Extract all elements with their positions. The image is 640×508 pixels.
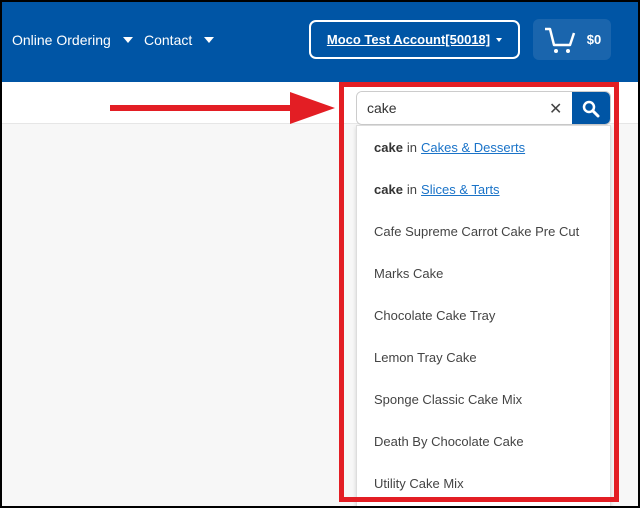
caret-down-icon (122, 37, 133, 43)
term: cake (374, 181, 403, 197)
annotation-arrow-icon (110, 92, 335, 124)
header: Online Ordering Contact Moco Test Accoun… (2, 2, 638, 82)
nav-online-ordering[interactable]: Online Ordering (12, 32, 133, 48)
search-box: ✕ (356, 91, 611, 125)
nav-label: Online Ordering (12, 32, 111, 48)
product-suggestion[interactable]: Cafe Supreme Carrot Cake Pre Cut (357, 210, 610, 252)
search-icon (582, 100, 600, 118)
in-label: in (406, 139, 418, 155)
search-suggestions: cake in Cakes & Desserts cake in Slices & Ta… (356, 125, 611, 506)
term: cake (374, 139, 403, 155)
nav-label: Contact (144, 32, 193, 48)
category-suggestion[interactable]: cake in Cakes & Desserts (357, 126, 610, 168)
page: Online Ordering Contact Moco Test Accoun… (2, 2, 638, 506)
cart-icon (544, 27, 575, 53)
caret-down-icon (496, 37, 503, 42)
nav-contact[interactable]: Contact (144, 32, 215, 48)
product-suggestion[interactable]: Death By Chocolate Cake (357, 420, 610, 462)
product-suggestion[interactable]: Lemon Tray Cake (357, 336, 610, 378)
close-icon[interactable]: ✕ (549, 99, 562, 119)
product-suggestion[interactable]: Marks Cake (357, 252, 610, 294)
cart-button[interactable]: $0 (533, 19, 611, 60)
account-label: Moco Test Account[50018] (326, 32, 491, 47)
cart-total: $0 (586, 32, 602, 47)
account-selector-button[interactable]: Moco Test Account[50018] (309, 20, 520, 59)
product-suggestion[interactable]: Sponge Classic Cake Mix (357, 378, 610, 420)
category-link[interactable]: Cakes & Desserts (421, 140, 525, 155)
category-link[interactable]: Slices & Tarts (421, 182, 500, 197)
caret-down-icon (204, 37, 215, 43)
search-input[interactable] (357, 92, 572, 124)
category-suggestion[interactable]: cake in Slices & Tarts (357, 168, 610, 210)
search-button[interactable] (572, 92, 610, 124)
product-suggestion[interactable]: Utility Cake Mix (357, 462, 610, 504)
product-suggestion[interactable]: Chocolate Cake Tray (357, 294, 610, 336)
in-label: in (406, 181, 418, 197)
